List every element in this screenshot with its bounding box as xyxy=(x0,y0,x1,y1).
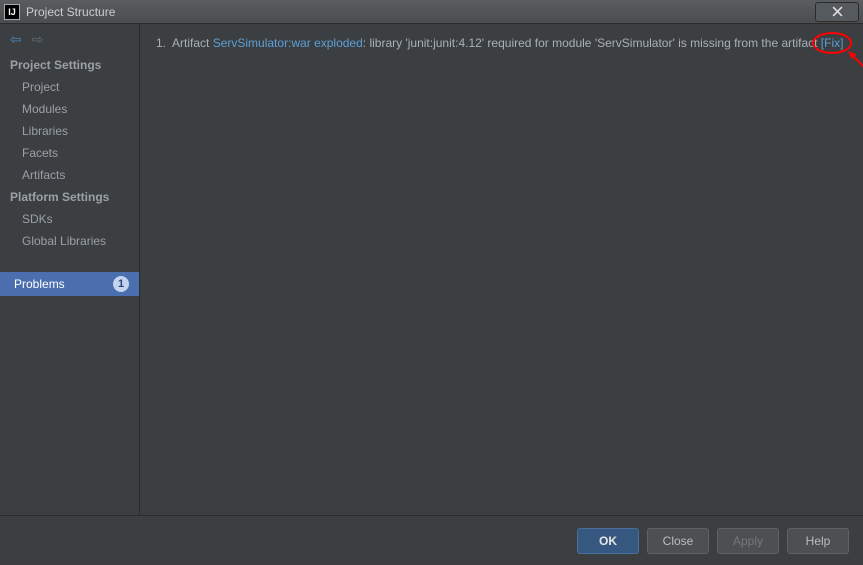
app-icon: IJ xyxy=(4,4,20,20)
sidebar-item-project[interactable]: Project xyxy=(0,76,139,98)
problem-prefix: Artifact xyxy=(172,36,213,50)
titlebar: IJ Project Structure xyxy=(0,0,863,24)
problems-count-badge: 1 xyxy=(113,276,129,292)
sidebar-item-modules[interactable]: Modules xyxy=(0,98,139,120)
project-structure-dialog: IJ Project Structure ⇦ ⇨ Project Setting… xyxy=(0,0,863,565)
body: ⇦ ⇨ Project Settings Project Modules Lib… xyxy=(0,24,863,515)
sidebar-item-libraries[interactable]: Libraries xyxy=(0,120,139,142)
problem-index: 1. xyxy=(156,34,166,53)
sidebar: ⇦ ⇨ Project Settings Project Modules Lib… xyxy=(0,24,140,515)
sidebar-item-artifacts[interactable]: Artifacts xyxy=(0,164,139,186)
problem-mid: : library 'junit:junit:4.12' required fo… xyxy=(363,36,821,50)
nav-history: ⇦ ⇨ xyxy=(0,24,139,54)
sidebar-item-sdks[interactable]: SDKs xyxy=(0,208,139,230)
close-button[interactable]: Close xyxy=(647,528,709,554)
sidebar-item-facets[interactable]: Facets xyxy=(0,142,139,164)
artifact-link[interactable]: ServSimulator:war exploded xyxy=(213,36,363,50)
nav-forward-icon[interactable]: ⇨ xyxy=(32,32,44,46)
window-title: Project Structure xyxy=(26,5,815,19)
section-project-settings: Project Settings xyxy=(0,54,139,76)
problem-item: 1. Artifact ServSimulator:war exploded: … xyxy=(156,34,847,53)
close-icon xyxy=(832,6,843,17)
ok-button[interactable]: OK xyxy=(577,528,639,554)
fix-link[interactable]: [Fix] xyxy=(821,36,844,50)
apply-button[interactable]: Apply xyxy=(717,528,779,554)
dialog-footer: OK Close Apply Help xyxy=(0,515,863,565)
problems-panel: 1. Artifact ServSimulator:war exploded: … xyxy=(140,24,863,515)
sidebar-item-global-libraries[interactable]: Global Libraries xyxy=(0,230,139,252)
annotation-overlay xyxy=(140,24,863,515)
problems-label: Problems xyxy=(14,277,65,291)
problem-text: Artifact ServSimulator:war exploded: lib… xyxy=(172,34,847,53)
help-button[interactable]: Help xyxy=(787,528,849,554)
nav-back-icon[interactable]: ⇦ xyxy=(10,32,22,46)
sidebar-item-problems[interactable]: Problems 1 xyxy=(0,272,139,296)
section-platform-settings: Platform Settings xyxy=(0,186,139,208)
window-close-button[interactable] xyxy=(815,2,859,22)
